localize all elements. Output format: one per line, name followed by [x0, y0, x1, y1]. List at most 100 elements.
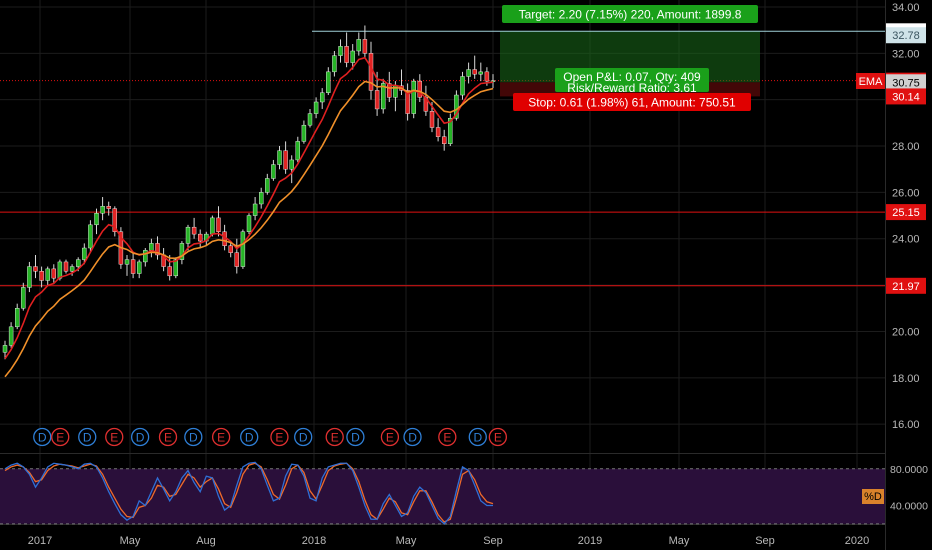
event-letter: E	[443, 431, 451, 445]
candle-body	[57, 261, 63, 279]
time-tick-label: May	[669, 535, 690, 547]
oscillator-badge-text: %D	[864, 491, 882, 503]
event-letter: D	[351, 431, 360, 445]
candle-body	[356, 39, 361, 52]
event-letter: D	[136, 431, 145, 445]
event-marker-earnings[interactable]: E	[211, 427, 231, 447]
event-marker-earnings[interactable]: E	[158, 427, 178, 447]
candle-body	[94, 213, 99, 226]
candle-body	[313, 101, 319, 114]
candle-body	[490, 80, 496, 82]
target-label-text: Target: 2.20 (7.15%) 220, Amount: 1899.8	[519, 8, 742, 22]
candle-body	[82, 247, 87, 260]
event-marker-earnings[interactable]: E	[438, 427, 457, 447]
event-marker-earnings[interactable]: E	[325, 427, 344, 447]
stochastic-oscillator-pane	[0, 461, 885, 525]
grid	[0, 0, 932, 550]
event-letter: D	[299, 431, 308, 445]
event-letter: D	[189, 431, 198, 445]
candle-body	[374, 90, 380, 110]
price-tick-label: 34.00	[892, 2, 920, 14]
event-marker-dividend[interactable]: D	[403, 427, 422, 447]
price-tick-label: 16.00	[892, 419, 920, 431]
candle-body	[240, 231, 246, 267]
event-letter: D	[245, 431, 254, 445]
price-tick-label: 26.00	[892, 187, 920, 199]
candle-body	[417, 80, 422, 98]
event-letter: D	[83, 431, 92, 445]
event-letter: E	[110, 431, 118, 445]
event-marker-dividend[interactable]: D	[294, 427, 313, 447]
candle-body	[320, 92, 325, 103]
stop-label-text: Stop: 0.61 (1.98%) 61, Amount: 750.51	[528, 96, 736, 110]
candle-body	[69, 266, 75, 272]
event-letter: E	[56, 431, 64, 445]
candle-body	[466, 69, 471, 77]
candle-body	[429, 111, 435, 128]
candle-body	[472, 69, 477, 75]
candle-body	[124, 259, 130, 265]
price-badge-text: 32.78	[892, 30, 920, 42]
event-marker-earnings[interactable]: E	[51, 427, 70, 447]
time-tick-label: May	[120, 535, 141, 547]
ema-badge: EMA	[856, 73, 885, 89]
candle-body	[277, 150, 282, 165]
candle-body	[368, 53, 374, 91]
rr-text: Risk/Reward Ratio: 3.61	[567, 81, 697, 95]
event-letter: D	[408, 431, 417, 445]
candle-body	[27, 266, 32, 288]
candle-body	[8, 326, 14, 346]
event-marker-earnings[interactable]: E	[105, 427, 124, 447]
candle-body	[88, 224, 93, 249]
candle-body	[33, 266, 38, 272]
event-marker-dividend[interactable]: D	[78, 427, 97, 447]
event-letter: E	[386, 431, 394, 445]
candle-body	[136, 261, 142, 274]
event-marker-dividend[interactable]: D	[468, 427, 487, 447]
event-letter: E	[275, 431, 283, 445]
event-markers[interactable]: DEDEDEDEDEDEDEDEDE	[33, 427, 508, 447]
time-tick-label: 2020	[845, 535, 869, 547]
price-tick-label: 24.00	[892, 234, 920, 246]
candle-body	[167, 266, 172, 277]
time-tick-label: Sep	[483, 535, 503, 547]
candle-body	[191, 226, 197, 235]
time-tick-label: 2019	[578, 535, 602, 547]
stock-chart[interactable]: Target: 2.20 (7.15%) 220, Amount: 1899.8…	[0, 0, 932, 550]
candle-body	[210, 217, 215, 235]
time-tick-label: Aug	[196, 535, 216, 547]
event-marker-dividend[interactable]: D	[240, 427, 259, 447]
target-label: Target: 2.20 (7.15%) 220, Amount: 1899.8	[502, 5, 758, 23]
candle-body	[228, 245, 233, 253]
candle-body	[45, 268, 50, 281]
candle-body	[39, 271, 44, 281]
time-tick-label: 2018	[302, 535, 326, 547]
event-letter: E	[494, 431, 502, 445]
price-badge: 30.14	[886, 88, 926, 105]
candle-body	[301, 124, 307, 142]
candle-body	[362, 39, 368, 54]
axes: 34.0032.0030.0028.0026.0024.0022.0020.00…	[0, 0, 932, 550]
candle-body	[265, 178, 270, 193]
event-marker-dividend[interactable]: D	[184, 427, 203, 447]
ema-badge-text: EMA	[859, 76, 884, 88]
event-marker-earnings[interactable]: E	[380, 427, 400, 447]
event-letter: D	[38, 431, 47, 445]
candle-body	[14, 308, 20, 328]
candle-body	[259, 192, 264, 205]
event-marker-earnings[interactable]: E	[270, 427, 289, 447]
event-marker-dividend[interactable]: D	[33, 427, 52, 447]
event-marker-dividend[interactable]: D	[130, 427, 150, 447]
oscillator-tick-label: 40.0000	[890, 500, 928, 512]
candle-body	[75, 259, 81, 267]
oscillator-tick-label: 80.0000	[890, 464, 928, 476]
event-marker-earnings[interactable]: E	[488, 427, 508, 447]
event-letter: D	[473, 431, 482, 445]
candle-body	[344, 46, 349, 63]
event-marker-dividend[interactable]: D	[346, 427, 365, 447]
price-badge: 30.75	[886, 74, 926, 91]
candle-body	[246, 215, 252, 232]
price-badge-text: 30.14	[892, 91, 920, 103]
candle-body	[234, 252, 240, 267]
candle-body	[350, 50, 355, 63]
